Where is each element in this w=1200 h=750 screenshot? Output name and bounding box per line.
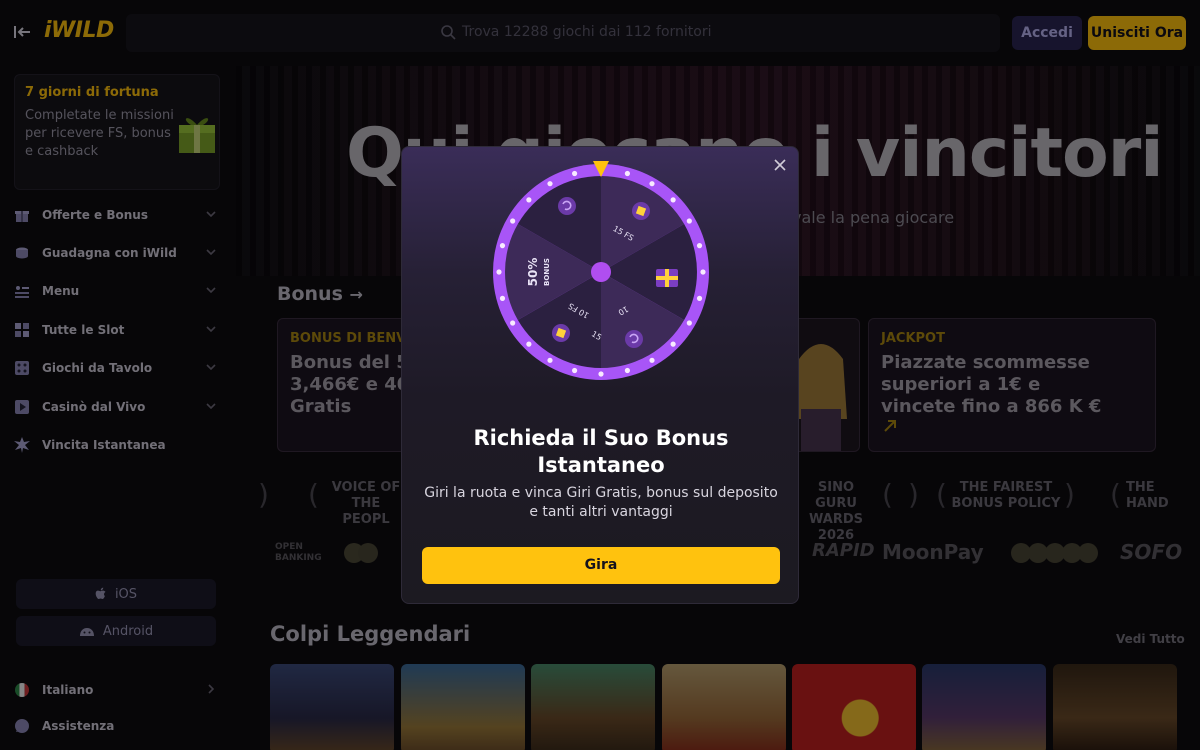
wheel-light	[696, 243, 703, 249]
wheel-light	[572, 170, 578, 177]
wheel-light	[499, 295, 506, 301]
wheel-hub	[591, 262, 611, 282]
wheel-light	[526, 197, 532, 203]
wheel-light	[700, 269, 706, 275]
wheel-light	[686, 218, 692, 224]
wheel-light	[686, 320, 692, 326]
wheel-light	[696, 295, 703, 301]
wheel-light	[670, 341, 676, 347]
modal-description: Giri la ruota e vinca Giri Gratis, bonus…	[424, 485, 778, 520]
wheel-segment-50-percent: 50%	[526, 258, 540, 287]
refresh-coin-icon	[625, 330, 643, 348]
wheel-light	[598, 371, 604, 377]
wheel-light	[649, 181, 655, 187]
wheel-segment-bonus-label: BONUS	[543, 258, 551, 286]
prize-wheel[interactable]: 15 FS 15 10 FS 10 50% BONUS	[492, 161, 710, 383]
close-icon[interactable]	[770, 155, 790, 175]
wheel-light	[547, 181, 553, 187]
wheel-light	[547, 357, 553, 363]
wheel-light	[526, 341, 532, 347]
wheel-light	[496, 269, 502, 275]
wheel-light	[510, 218, 516, 224]
wheel-light	[624, 170, 630, 177]
gold-coin-icon	[552, 324, 570, 342]
refresh-coin-icon	[558, 197, 576, 215]
bonus-wheel-modal: 15 FS 15 10 FS 10 50% BONUS Richieda il …	[401, 146, 799, 604]
wheel-light	[499, 243, 506, 249]
spin-button[interactable]: Gira	[422, 547, 780, 584]
gold-coin-icon	[632, 202, 650, 220]
wheel-light	[572, 367, 578, 374]
modal-title: Richieda il Suo Bonus Istantaneo	[473, 426, 729, 477]
wheel-light	[649, 357, 655, 363]
wheel-light	[510, 320, 516, 326]
gift-prize-icon	[656, 269, 678, 287]
wheel-light	[670, 197, 676, 203]
wheel-light	[624, 367, 630, 374]
